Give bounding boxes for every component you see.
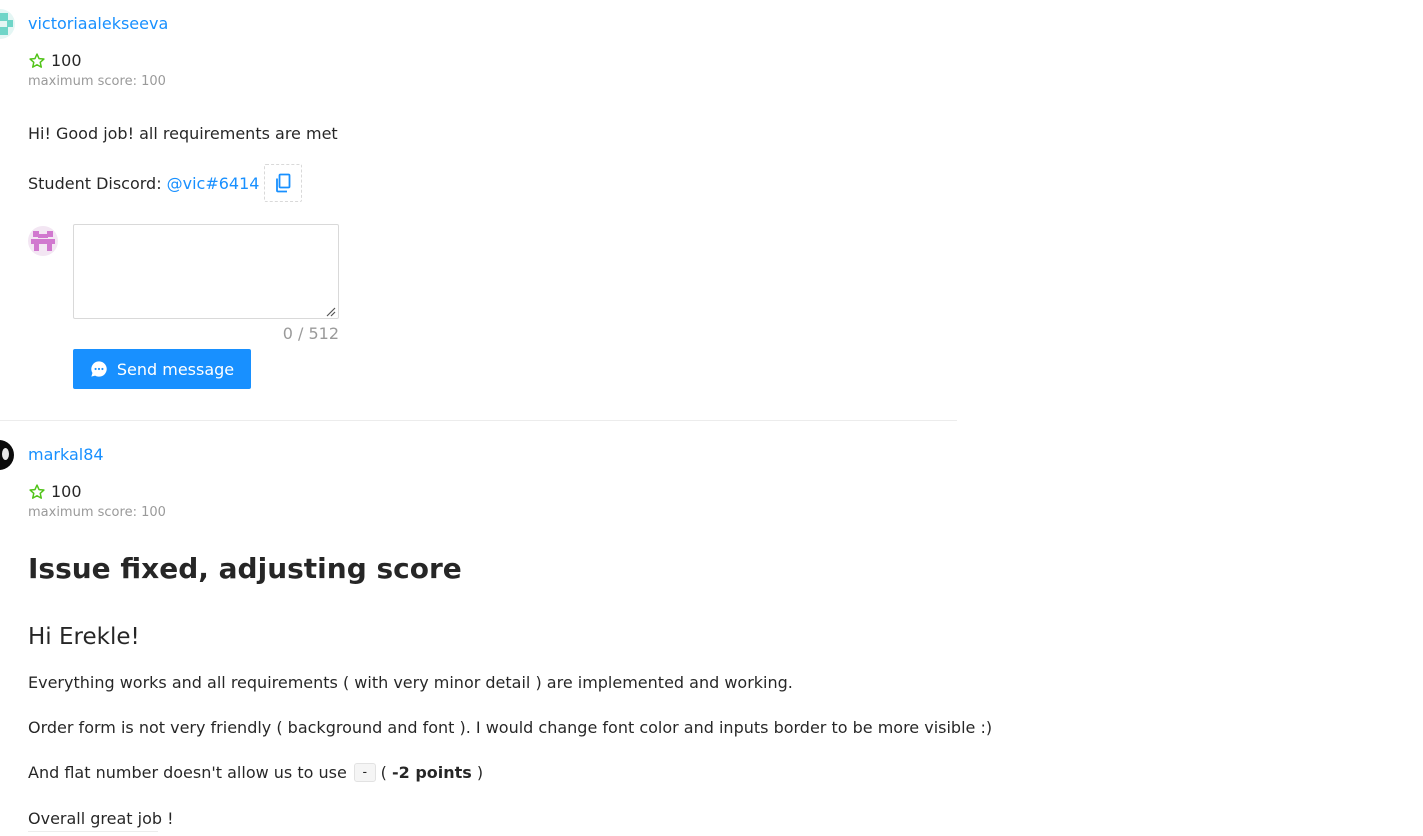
- closing-text: Overall great job !: [28, 809, 174, 828]
- review-paragraph: Everything works and all requirements ( …: [28, 673, 793, 692]
- score-value: 100: [51, 482, 82, 501]
- review-paragraph: And flat number doesn't allow us to use …: [28, 763, 483, 782]
- send-message-label: Send message: [116, 359, 235, 379]
- review-comment: Hi! Good job! all requirements are met: [28, 124, 338, 143]
- score-value: 100: [51, 51, 82, 70]
- reviewer-username-link[interactable]: victoriaalekseeva: [28, 14, 168, 33]
- star-outline-icon: [29, 52, 45, 68]
- copy-icon: [276, 173, 291, 193]
- points-deduction: -2 points: [391, 763, 472, 782]
- divider: [28, 831, 158, 832]
- character-counter: 0 / 512: [282, 324, 339, 343]
- current-user-avatar: [28, 226, 58, 256]
- review-heading: Issue fixed, adjusting score: [28, 552, 462, 585]
- max-score-label: maximum score: 100: [28, 505, 166, 520]
- resize-handle-icon[interactable]: [324, 305, 336, 317]
- review-greeting: Hi Erekle!: [28, 624, 140, 650]
- student-discord-row: Student Discord: @vic#6414: [28, 164, 303, 202]
- score-row: 100: [28, 51, 82, 70]
- paren-open: (: [380, 763, 387, 782]
- copy-discord-button[interactable]: [264, 164, 303, 202]
- discord-label: Student Discord:: [28, 173, 162, 193]
- review-paragraph: Order form is not very friendly ( backgr…: [28, 718, 993, 737]
- send-message-button[interactable]: Send message: [73, 349, 251, 389]
- message-bubble-icon: [91, 361, 107, 377]
- score-row: 100: [28, 482, 82, 501]
- discord-handle-link[interactable]: @vic#6414: [167, 174, 260, 193]
- review-paragraph: Overall great job !: [28, 809, 174, 832]
- message-textarea[interactable]: [73, 224, 339, 319]
- cross-check-feedback-page: victoriaalekseeva 100 maximum score: 100…: [0, 0, 1423, 836]
- max-score-label: maximum score: 100: [28, 74, 166, 89]
- paren-close: ): [476, 763, 484, 782]
- star-outline-icon: [29, 483, 45, 499]
- reviewer-username-link[interactable]: markal84: [28, 445, 104, 464]
- inline-code: -: [353, 763, 376, 782]
- flat-number-text: And flat number doesn't allow us to use: [28, 763, 347, 782]
